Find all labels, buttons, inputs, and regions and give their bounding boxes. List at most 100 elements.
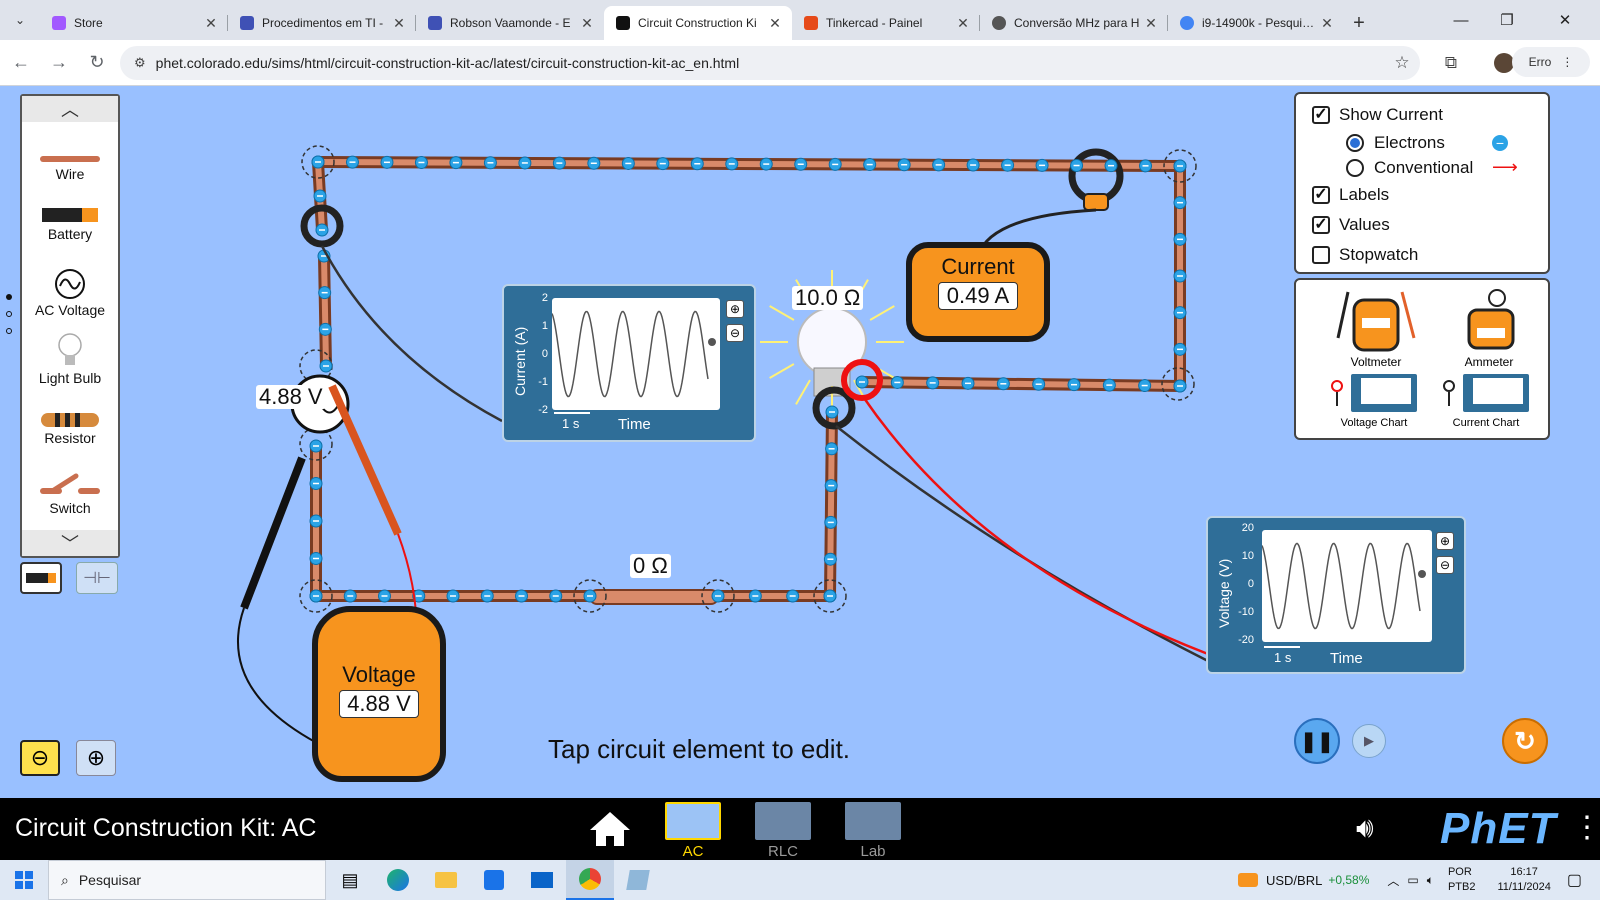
reload-icon[interactable]: ↻ <box>80 46 114 80</box>
lifelike-view-button[interactable] <box>20 562 62 594</box>
screen-rlc-button[interactable]: RLC <box>750 802 816 860</box>
show-current-checkbox[interactable]: ✓ Show Current <box>1312 100 1548 130</box>
toolbox-scroll-down-icon[interactable]: ﹀ <box>22 530 118 556</box>
voltage-waveform <box>1261 542 1426 630</box>
current-chart-panel[interactable]: Current (A) 2 1 0 -1 -2 ⊕ ⊖ 1 s Time <box>502 284 756 442</box>
zoom-in-icon[interactable]: ⊕ <box>726 300 744 318</box>
site-info-icon[interactable]: ⚙ <box>134 55 146 71</box>
toolbox-resistor-label: Resistor <box>44 430 96 446</box>
clock[interactable]: 16:17 11/11/2024 <box>1497 865 1550 895</box>
close-tab-icon[interactable]: ✕ <box>390 15 408 32</box>
voltage-chart-tool[interactable]: Voltage Chart <box>1324 372 1424 429</box>
toolbox-scroll-up-icon[interactable]: ︿ <box>22 96 118 122</box>
new-tab-button[interactable]: + <box>1344 6 1374 40</box>
tab-circuit-construction[interactable]: Circuit Construction Ki ✕ <box>604 6 792 40</box>
back-arrow-icon[interactable]: ← <box>4 46 38 80</box>
current-chart-tool[interactable]: Current Chart <box>1436 372 1536 429</box>
weather-widget-icon[interactable] <box>1237 873 1258 887</box>
y-tick: -1 <box>538 376 548 388</box>
close-tab-icon[interactable]: ✕ <box>202 15 220 32</box>
close-tab-icon[interactable]: ✕ <box>766 15 784 32</box>
restore-window-icon[interactable]: ❐ <box>1484 0 1530 40</box>
checkbox-empty-icon <box>1312 246 1330 264</box>
taskbar-search-box[interactable]: ⌕ Pesquisar <box>48 860 326 900</box>
edge-browser-icon[interactable] <box>374 860 422 900</box>
schematic-view-button[interactable]: ⊣⊢ <box>76 562 118 594</box>
chrome-browser-icon[interactable] <box>566 860 614 900</box>
network-icon[interactable]: ▭ <box>1407 873 1418 887</box>
zoom-out-icon[interactable]: ⊖ <box>1436 556 1454 574</box>
conventional-arrow-icon: ⟶ <box>1492 157 1518 177</box>
toolbox-light-bulb[interactable]: Light Bulb <box>22 332 118 386</box>
tab-conversao[interactable]: Conversão MHz para H ✕ <box>980 6 1168 40</box>
minimize-window-icon[interactable]: — <box>1438 0 1484 40</box>
toolbox-ac-voltage[interactable]: AC Voltage <box>22 268 118 318</box>
sensor-toolbox-panel: Voltmeter Ammeter Voltage Chart Current … <box>1294 278 1550 440</box>
browser-toolbar: ← → ↻ ⚙ phet.colorado.edu/sims/html/circ… <box>0 40 1600 86</box>
tab-title: Conversão MHz para H <box>1014 16 1140 30</box>
mail-icon[interactable] <box>518 860 566 900</box>
close-window-icon[interactable]: ✕ <box>1530 0 1600 40</box>
pause-button[interactable]: ❚❚ <box>1294 718 1340 764</box>
ticker-label[interactable]: USD/BRL <box>1266 873 1322 888</box>
more-menu-icon[interactable]: ⋮ <box>1561 55 1573 69</box>
toolbox-switch[interactable]: Switch <box>22 472 118 516</box>
voltmeter-device[interactable]: Voltage 4.88 V <box>312 606 446 782</box>
forward-arrow-icon[interactable]: → <box>42 46 76 80</box>
show-hidden-icons[interactable]: ︿ <box>1387 872 1399 889</box>
toolbox-wire[interactable]: Wire <box>22 154 118 182</box>
time-scale-label: 1 s <box>1274 650 1292 665</box>
electrons-radio[interactable]: Electrons − <box>1312 130 1548 155</box>
tab-procedimentos[interactable]: Procedimentos em TI - ✕ <box>228 6 416 40</box>
task-view-icon[interactable]: ▤ <box>326 860 374 900</box>
stopwatch-checkbox[interactable]: Stopwatch <box>1312 240 1548 270</box>
ammeter-tool[interactable]: Ammeter <box>1444 288 1534 369</box>
zoom-out-icon: ⊖ <box>30 745 50 770</box>
tab-title: i9-14900k - Pesquisa G <box>1202 16 1318 30</box>
zoom-in-button[interactable]: ⊕ <box>76 740 116 776</box>
screen-lab-button[interactable]: Lab <box>840 802 906 860</box>
close-tab-icon[interactable]: ✕ <box>1318 15 1336 32</box>
labels-checkbox[interactable]: ✓ Labels <box>1312 180 1548 210</box>
tab-tinkercad[interactable]: Tinkercad - Painel ✕ <box>792 6 980 40</box>
radio-selected-icon <box>1346 133 1364 152</box>
tab-google-search[interactable]: i9-14900k - Pesquisa G ✕ <box>1168 6 1344 40</box>
rlc-screen-icon <box>755 802 811 840</box>
toolbox-resistor[interactable]: Resistor <box>22 412 118 446</box>
sound-toggle-button[interactable]: 🔊︎ <box>1356 812 1374 845</box>
extensions-icon[interactable]: ⧉ <box>1438 50 1464 76</box>
bookmark-star-icon[interactable]: ☆ <box>1389 50 1415 76</box>
phet-menu-icon[interactable]: ⋮ <box>1572 806 1600 850</box>
windows-start-button[interactable] <box>0 860 48 900</box>
reset-all-button[interactable]: ↻ <box>1502 718 1548 764</box>
voltage-chart-panel[interactable]: Voltage (V) 20 10 0 -10 -20 ⊕ ⊖ 1 s Time <box>1206 516 1466 674</box>
toolbox-page-dots[interactable] <box>6 294 12 334</box>
close-tab-icon[interactable]: ✕ <box>578 15 596 32</box>
tab-robson[interactable]: Robson Vaamonde - E ✕ <box>416 6 604 40</box>
home-button[interactable] <box>588 810 632 850</box>
conventional-label: Conventional <box>1374 157 1474 177</box>
phet-logo[interactable]: PhET <box>1440 804 1556 854</box>
volume-icon[interactable]: 🔈︎ <box>1427 873 1434 888</box>
profile-error-button[interactable]: Erro ⋮ <box>1512 47 1590 77</box>
toolbox-ac-voltage-label: AC Voltage <box>34 302 106 318</box>
close-tab-icon[interactable]: ✕ <box>1142 15 1160 32</box>
language-indicator[interactable]: POR PTB2 <box>1448 865 1476 895</box>
tab-search-icon[interactable]: ⌄ <box>0 0 40 40</box>
close-tab-icon[interactable]: ✕ <box>954 15 972 32</box>
microsoft-store-icon[interactable] <box>470 860 518 900</box>
tab-store[interactable]: Store ✕ <box>40 6 228 40</box>
notifications-icon[interactable]: ▢ <box>1567 870 1582 890</box>
ammeter-device[interactable]: Current 0.49 A <box>906 242 1050 342</box>
app-icon[interactable] <box>614 860 662 900</box>
conventional-radio[interactable]: Conventional ⟶ <box>1312 155 1548 180</box>
address-bar[interactable]: ⚙ phet.colorado.edu/sims/html/circuit-co… <box>120 46 1420 80</box>
zoom-in-icon[interactable]: ⊕ <box>1436 532 1454 550</box>
zoom-out-button[interactable]: ⊖ <box>20 740 60 776</box>
toolbox-battery[interactable]: Battery <box>22 206 118 242</box>
step-forward-button[interactable]: ▶ <box>1352 724 1386 758</box>
values-checkbox[interactable]: ✓ Values <box>1312 210 1548 240</box>
voltmeter-tool[interactable]: Voltmeter <box>1326 288 1426 369</box>
file-explorer-icon[interactable] <box>422 860 470 900</box>
zoom-out-icon[interactable]: ⊖ <box>726 324 744 342</box>
